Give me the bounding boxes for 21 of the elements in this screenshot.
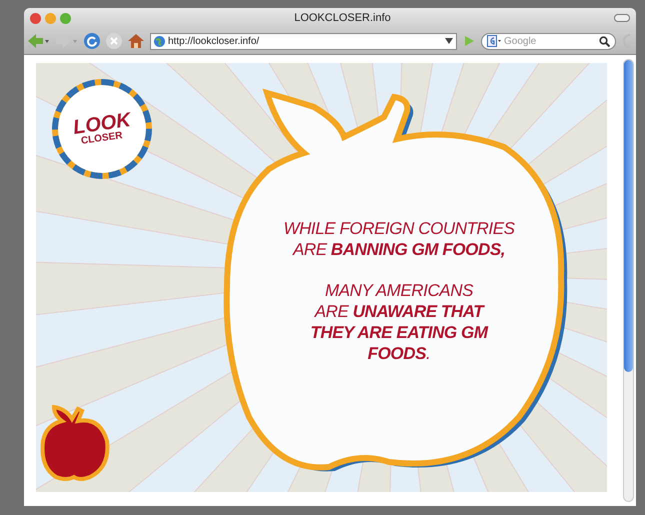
apple-icon: [40, 405, 110, 481]
scrollbar[interactable]: [623, 59, 634, 502]
scrollbar-thumb[interactable]: [624, 60, 633, 372]
address-field[interactable]: http://lookcloser.info/: [150, 32, 457, 50]
window-title: LOOKCLOSER.info: [293, 10, 392, 26]
search-engine-icon[interactable]: [487, 35, 501, 47]
home-icon[interactable]: [128, 33, 144, 49]
dropdown-caret-icon[interactable]: [445, 38, 453, 44]
back-arrow-icon[interactable]: [28, 34, 50, 48]
search-icon[interactable]: [599, 36, 610, 46]
message-text: MANY AMERICANS ARE UNAWARE THAT THEY ARE EATING GM FOODS.: [310, 280, 488, 364]
close-icon[interactable]: [30, 12, 41, 24]
toolbar-toggle-icon[interactable]: [614, 14, 630, 22]
url-text: http://lookcloser.info/: [168, 34, 260, 48]
reload-icon[interactable]: [84, 33, 100, 49]
zoom-icon[interactable]: [60, 12, 71, 24]
stop-icon[interactable]: [106, 33, 122, 49]
globe-icon: [154, 36, 165, 46]
search-input[interactable]: Google: [504, 34, 596, 48]
search-field[interactable]: Google: [481, 32, 616, 50]
message-text: WHILE FOREIGN COUNTRIES ARE BANNING GM FOODS,: [283, 218, 515, 260]
